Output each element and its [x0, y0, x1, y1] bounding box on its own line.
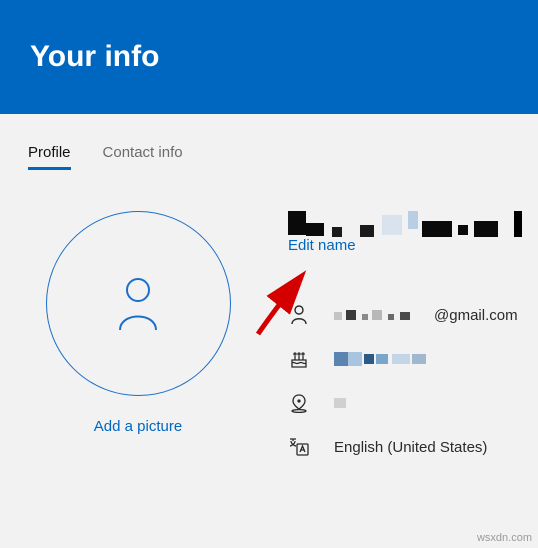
tab-contact-info[interactable]: Contact info — [103, 144, 183, 169]
language-icon — [288, 436, 310, 458]
birthday-row — [288, 348, 538, 370]
region-row — [288, 392, 538, 414]
add-picture-link[interactable]: Add a picture — [94, 418, 182, 435]
cake-icon — [288, 348, 310, 370]
info-column: Edit name — [288, 211, 538, 458]
info-rows: @gmail.com — [288, 304, 538, 458]
watermark: wsxdn.com — [477, 532, 532, 544]
avatar-column: Add a picture — [28, 211, 248, 458]
header: Your info — [0, 0, 538, 114]
email-suffix: @gmail.com — [434, 307, 518, 324]
language-row: English (United States) — [288, 436, 538, 458]
email-row: @gmail.com — [288, 304, 538, 326]
language-value: English (United States) — [334, 439, 487, 456]
avatar-placeholder[interactable] — [46, 211, 231, 396]
edit-name-link[interactable]: Edit name — [288, 237, 538, 254]
tab-profile[interactable]: Profile — [28, 144, 71, 169]
person-icon — [288, 304, 310, 326]
email-redacted — [334, 308, 430, 322]
birthday-value-redacted — [334, 352, 434, 366]
region-value-redacted — [334, 396, 354, 410]
content: Add a picture Edit name — [0, 169, 538, 458]
person-icon — [114, 276, 162, 332]
display-name-redacted — [288, 211, 538, 237]
tabs: Profile Contact info — [0, 114, 538, 169]
location-icon — [288, 392, 310, 414]
email-value: @gmail.com — [334, 307, 518, 324]
page-title: Your info — [30, 40, 159, 74]
